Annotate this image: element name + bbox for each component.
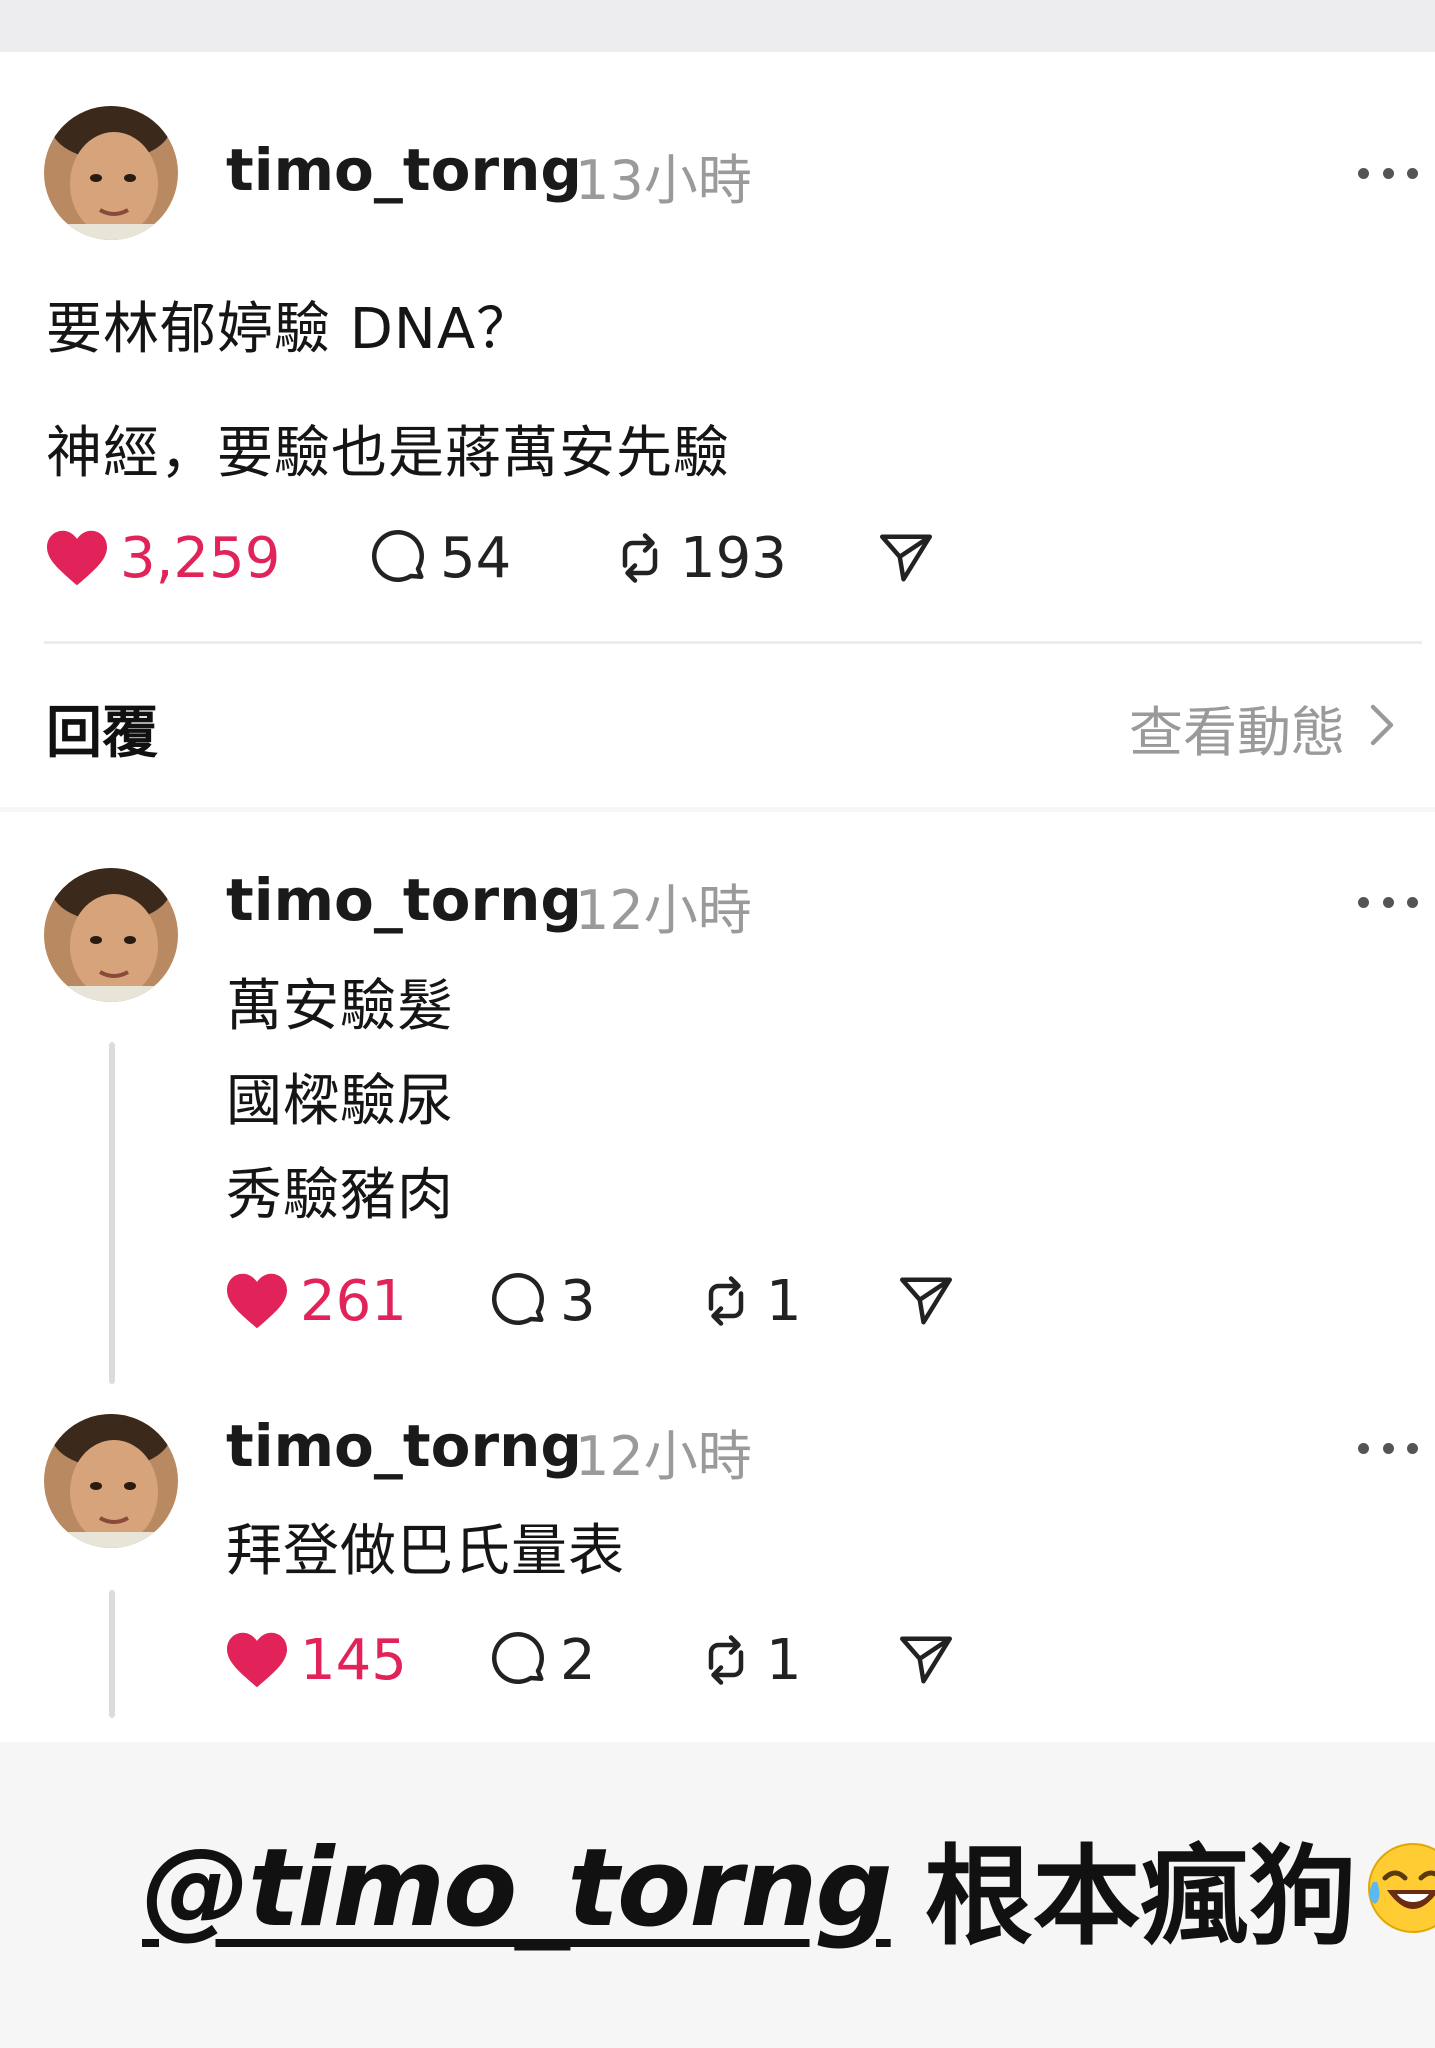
- repost-button[interactable]: 193: [610, 518, 787, 598]
- reply-1-actions: 261 3 1: [224, 1261, 964, 1341]
- more-options-icon[interactable]: [1358, 1438, 1418, 1458]
- screenshot-frame: timo_torng 13小時 要林郁婷驗 DNA？ 神經，要驗也是蔣萬安先驗 …: [0, 0, 1435, 2048]
- laughing-tears-emoji-icon: [1367, 1843, 1435, 1933]
- share-button[interactable]: [896, 1261, 956, 1341]
- heart-filled-icon: [47, 530, 107, 586]
- reply-1-line-1: 萬安驗髮: [226, 974, 454, 1039]
- share-button[interactable]: [876, 518, 936, 598]
- comment-count: 2: [560, 1627, 596, 1693]
- reply-2-username[interactable]: timo_torng: [226, 1412, 582, 1480]
- post-text-line-1: 要林郁婷驗 DNA？: [46, 297, 534, 362]
- avatar-photo: [44, 1414, 178, 1548]
- heart-filled-icon: [227, 1273, 287, 1329]
- repost-icon: [708, 1276, 744, 1326]
- repost-count: 1: [766, 1627, 802, 1693]
- post-text-line-2: 神經，要驗也是蔣萬安先驗: [46, 421, 730, 486]
- avatar-photo: [44, 106, 178, 240]
- share-button[interactable]: [896, 1620, 956, 1700]
- comment-bubble-icon: [491, 1272, 544, 1325]
- comment-button[interactable]: 54: [370, 518, 511, 598]
- comment-count: 54: [440, 525, 512, 591]
- comment-bubble-icon: [491, 1631, 544, 1684]
- heart-filled-icon: [227, 1632, 287, 1688]
- repost-button[interactable]: 1: [696, 1261, 802, 1341]
- repost-count: 193: [680, 525, 787, 591]
- like-button[interactable]: 3,259: [44, 518, 280, 598]
- avatar[interactable]: [44, 106, 178, 240]
- story-caption: @timo_torng 根本瘋狗: [142, 1810, 1435, 1966]
- reply-2-time: 12小時: [575, 1425, 752, 1488]
- comment-bubble-icon: [371, 529, 424, 582]
- reply-2-actions: 145 2 1: [224, 1620, 964, 1700]
- avatar-photo: [44, 868, 178, 1002]
- repost-count: 1: [766, 1268, 802, 1334]
- reply-1-avatar[interactable]: [44, 868, 178, 1002]
- like-count: 145: [300, 1627, 407, 1693]
- thread-line: [109, 1590, 115, 1718]
- comment-count: 3: [560, 1268, 596, 1334]
- comment-button[interactable]: 3: [490, 1261, 596, 1341]
- divider: [44, 641, 1422, 644]
- like-button[interactable]: 261: [224, 1261, 407, 1341]
- reply-2-line-1: 拜登做巴氏量表: [226, 1519, 625, 1584]
- top-band: [0, 0, 1435, 52]
- view-activity-link[interactable]: 查看動態: [1129, 688, 1345, 767]
- send-icon: [900, 1636, 952, 1684]
- more-options-icon[interactable]: [1358, 892, 1418, 912]
- repost-button[interactable]: 1: [696, 1620, 802, 1700]
- post-username[interactable]: timo_torng: [226, 136, 582, 204]
- send-icon: [880, 534, 932, 582]
- repost-icon: [622, 533, 658, 583]
- reply-1-username[interactable]: timo_torng: [226, 866, 582, 934]
- thread-line: [109, 1042, 115, 1384]
- reply-2-avatar[interactable]: [44, 1414, 178, 1548]
- repost-icon: [708, 1635, 744, 1685]
- chevron-right-icon[interactable]: [1369, 703, 1395, 747]
- comment-button[interactable]: 2: [490, 1620, 596, 1700]
- more-options-icon[interactable]: [1358, 163, 1418, 183]
- replies-label: 回覆: [46, 701, 158, 766]
- like-count: 3,259: [120, 525, 281, 591]
- mention-tag[interactable]: @timo_torng: [142, 1826, 893, 1951]
- like-button[interactable]: 145: [224, 1620, 407, 1700]
- send-icon: [900, 1277, 952, 1325]
- post-time: 13小時: [575, 149, 752, 212]
- reply-1-line-3: 秀驗豬肉: [226, 1163, 454, 1228]
- caption-text: 根本瘋狗: [924, 1835, 1357, 1960]
- reply-1-time: 12小時: [575, 879, 752, 942]
- reply-1-line-2: 國樑驗尿: [226, 1069, 454, 1134]
- like-count: 261: [300, 1268, 407, 1334]
- post-actions: 3,259 54 193: [44, 518, 944, 598]
